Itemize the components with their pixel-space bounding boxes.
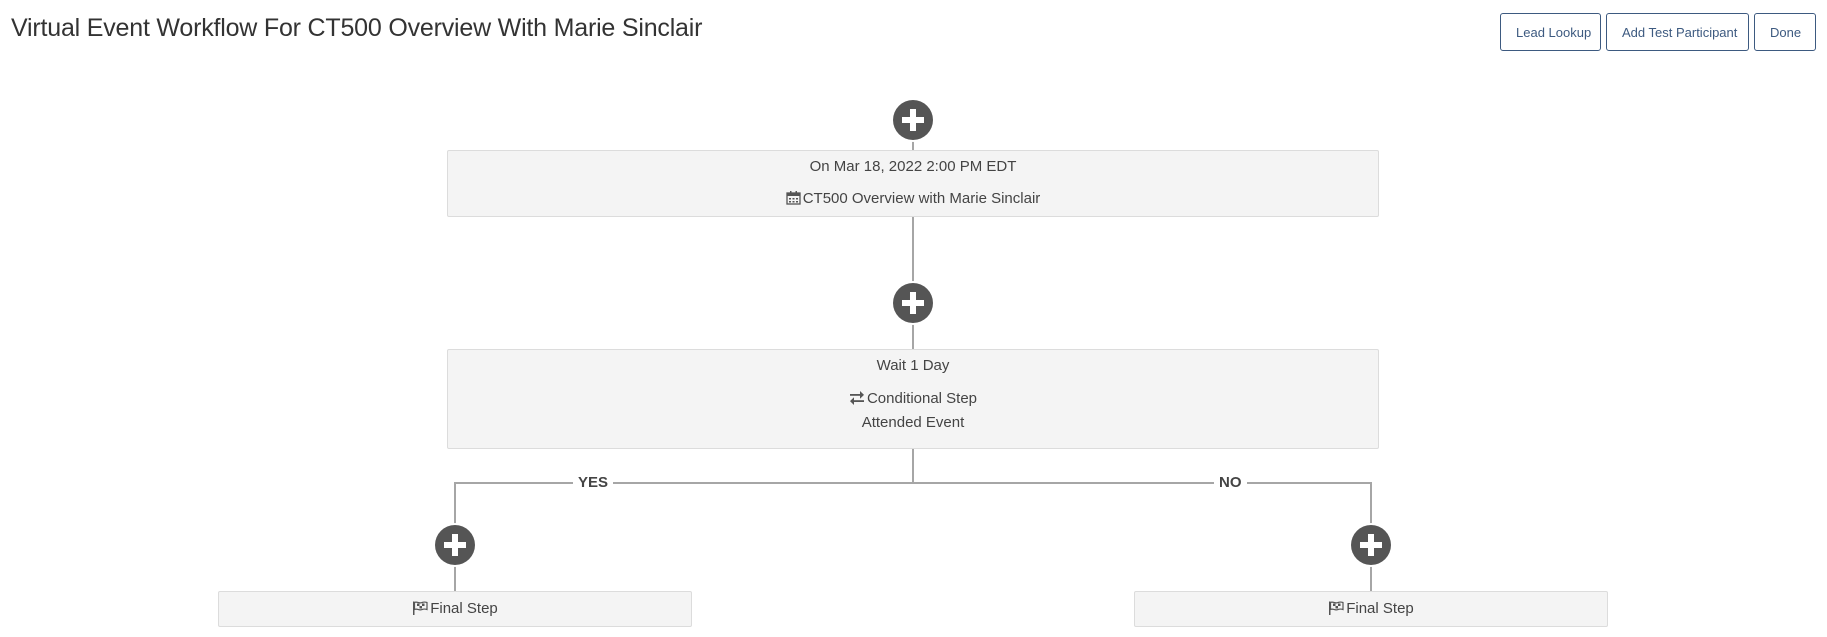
trigger-schedule: On Mar 18, 2022 2:00 PM EDT (809, 158, 1017, 175)
trigger-step[interactable]: On Mar 18, 2022 2:00 PM EDT CT500 Overvi… (447, 150, 1379, 217)
final-step-row: Final Step (219, 600, 691, 619)
add-step-button-yes[interactable] (435, 525, 475, 565)
add-step-button-no[interactable] (1351, 525, 1391, 565)
final-step-label: Final Step (1346, 600, 1414, 617)
plus-icon (1360, 534, 1382, 556)
add-step-button[interactable] (893, 283, 933, 323)
conditional-type-label: Conditional Step (866, 390, 978, 407)
plus-icon (444, 534, 466, 556)
add-step-button[interactable] (893, 100, 933, 140)
wait-duration: Wait 1 Day (876, 357, 950, 374)
conditional-type-row: Conditional Step (448, 390, 1378, 409)
plus-icon (902, 109, 924, 131)
connector-line (912, 448, 914, 483)
conditional-step[interactable]: Wait 1 Day Conditional Step Attended Eve… (447, 349, 1379, 449)
exchange-icon (849, 391, 865, 409)
final-step-label: Final Step (430, 600, 498, 617)
calendar-icon (786, 190, 801, 209)
final-step-row: Final Step (1135, 600, 1607, 619)
flag-icon (1328, 601, 1344, 619)
final-step-no[interactable]: Final Step (1134, 591, 1608, 627)
workflow-canvas: On Mar 18, 2022 2:00 PM EDT CT500 Overvi… (0, 0, 1827, 637)
no-branch-label: NO (1214, 474, 1247, 492)
final-step-yes[interactable]: Final Step (218, 591, 692, 627)
trigger-event-name: CT500 Overview with Marie Sinclair (802, 190, 1041, 207)
flag-icon (412, 601, 428, 619)
yes-branch-label: YES (573, 474, 614, 492)
condition-text: Attended Event (861, 414, 965, 431)
trigger-event-row: CT500 Overview with Marie Sinclair (448, 190, 1378, 209)
plus-icon (902, 292, 924, 314)
